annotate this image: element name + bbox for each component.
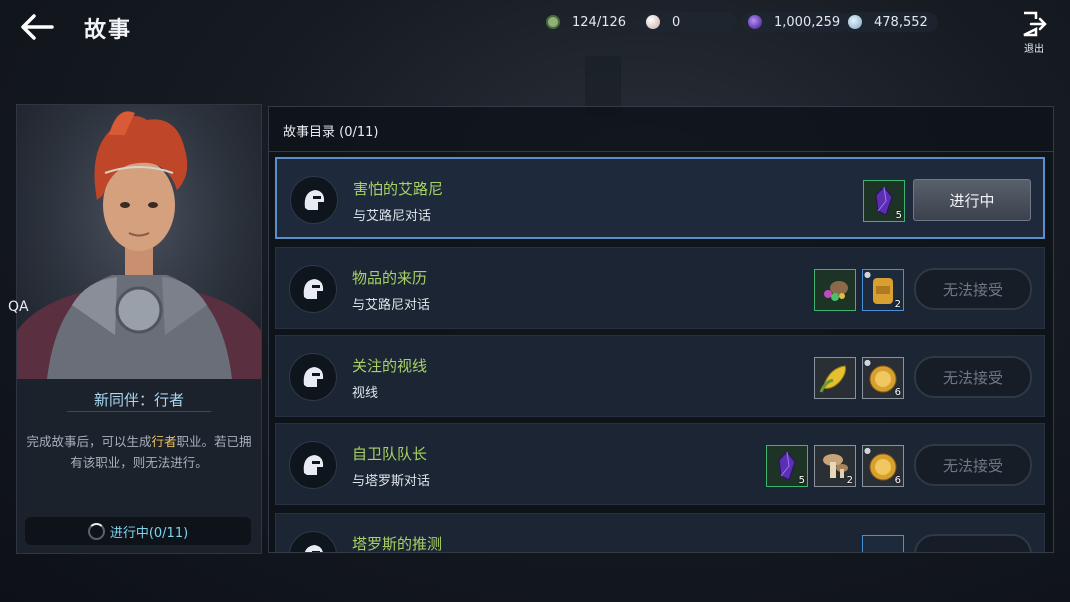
energy-value: 124/126	[572, 14, 627, 30]
reward-slot[interactable]	[814, 269, 856, 311]
story-row[interactable]: 塔罗斯的推测	[275, 513, 1045, 553]
reward-slot[interactable]: ● 2	[862, 269, 904, 311]
character-portrait-image	[17, 111, 261, 379]
reward-slot[interactable]	[862, 535, 904, 552]
reward-slot[interactable]: 5	[766, 445, 808, 487]
energy-icon	[546, 15, 560, 29]
story-row[interactable]: 自卫队队长 与塔罗斯对话 5 2 ● 6 无法接受	[275, 423, 1045, 505]
story-title: 关注的视线	[352, 357, 428, 375]
black-stone-icon	[748, 15, 762, 29]
story-row[interactable]: 害怕的艾路尼 与艾路尼对话 5 进行中	[275, 157, 1045, 239]
reward-count: 6	[894, 387, 901, 398]
helmet-icon	[289, 531, 337, 552]
story-title: 自卫队队长	[352, 445, 428, 463]
helmet-icon	[289, 265, 337, 313]
loading-spinner-icon	[87, 522, 105, 540]
story-row[interactable]: 关注的视线 视线 ● 6 无法接受	[275, 335, 1045, 417]
back-arrow-button[interactable]	[18, 10, 56, 44]
silver-value: 478,552	[874, 14, 928, 30]
story-list-header: 故事目录 (0/11)	[283, 125, 379, 140]
companion-description: 完成故事后，可以生成行者职业。若已拥有该职业，则无法进行。	[25, 431, 253, 473]
card-divider	[67, 411, 211, 412]
reward-count: 2	[846, 475, 853, 486]
companion-portrait	[17, 105, 261, 379]
currency-silver: 478,552	[842, 12, 938, 32]
qa-label[interactable]: QA	[8, 299, 29, 315]
story-action-button[interactable]: 无法接受	[914, 444, 1032, 486]
helmet-icon	[289, 353, 337, 401]
companion-title: 新同伴：行者	[93, 391, 184, 409]
reward-slot[interactable]: ● 6	[862, 445, 904, 487]
reward-count: 2	[894, 299, 901, 310]
reward-count: 5	[895, 210, 902, 221]
reward-slot[interactable]: 2	[814, 445, 856, 487]
currency-black-stone: 1,000,259	[742, 12, 851, 32]
reward-slot[interactable]	[814, 357, 856, 399]
story-action-button[interactable]: 无法接受	[914, 356, 1032, 398]
reward-slot[interactable]: 5	[863, 180, 905, 222]
helmet-icon	[289, 441, 337, 489]
story-progress-bar[interactable]: 进行中(0/11)	[25, 517, 251, 545]
story-action-button[interactable]: 无法接受	[914, 268, 1032, 310]
story-title: 塔罗斯的推测	[352, 535, 443, 553]
silver-coin-icon	[848, 15, 862, 29]
droplet-icon: ●	[864, 270, 871, 279]
exit-button[interactable]: 退出	[1020, 10, 1048, 55]
black-stone-value: 1,000,259	[774, 14, 841, 30]
story-title: 害怕的艾路尼	[353, 180, 444, 198]
gem-pile-icon	[824, 281, 848, 301]
story-subtitle: 与艾路尼对话	[352, 298, 431, 313]
story-action-button[interactable]	[914, 534, 1032, 552]
helmet-icon	[290, 176, 338, 224]
page-title: 故事	[84, 18, 133, 43]
reward-count: 5	[798, 475, 805, 486]
back-arrow-icon	[21, 14, 54, 40]
story-subtitle: 与艾路尼对话	[353, 209, 432, 224]
exit-door-icon	[1023, 11, 1047, 37]
story-subtitle: 视线	[352, 386, 379, 401]
currency-energy: 124/126	[546, 12, 626, 32]
desc-part-1: 完成故事后，可以生成	[26, 434, 152, 449]
story-progress-label: 进行中(0/11)	[109, 525, 189, 541]
droplet-icon: ●	[864, 358, 871, 367]
story-list-panel: 故事目录 (0/11) 害怕的艾路尼 与艾路尼对话 5 进行中 物品的来历 与艾…	[268, 106, 1054, 553]
exit-label: 退出	[1024, 44, 1044, 55]
story-title: 物品的来历	[352, 269, 428, 287]
desc-highlight: 行者	[151, 434, 177, 449]
pearl-icon	[646, 15, 660, 29]
reward-count: 6	[894, 475, 901, 486]
header-divider	[269, 151, 1053, 152]
corn-icon	[819, 365, 846, 393]
story-row[interactable]: 物品的来历 与艾路尼对话 ● 2 无法接受	[275, 247, 1045, 329]
reward-slot[interactable]: ● 6	[862, 357, 904, 399]
story-subtitle: 与塔罗斯对话	[352, 474, 431, 489]
currency-pearl: 0	[640, 12, 736, 32]
story-action-button[interactable]: 进行中	[913, 179, 1031, 221]
droplet-icon: ●	[864, 446, 871, 455]
companion-card: 新同伴：行者 完成故事后，可以生成行者职业。若已拥有该职业，则无法进行。 进行中…	[16, 104, 262, 554]
pearl-value: 0	[672, 14, 681, 30]
